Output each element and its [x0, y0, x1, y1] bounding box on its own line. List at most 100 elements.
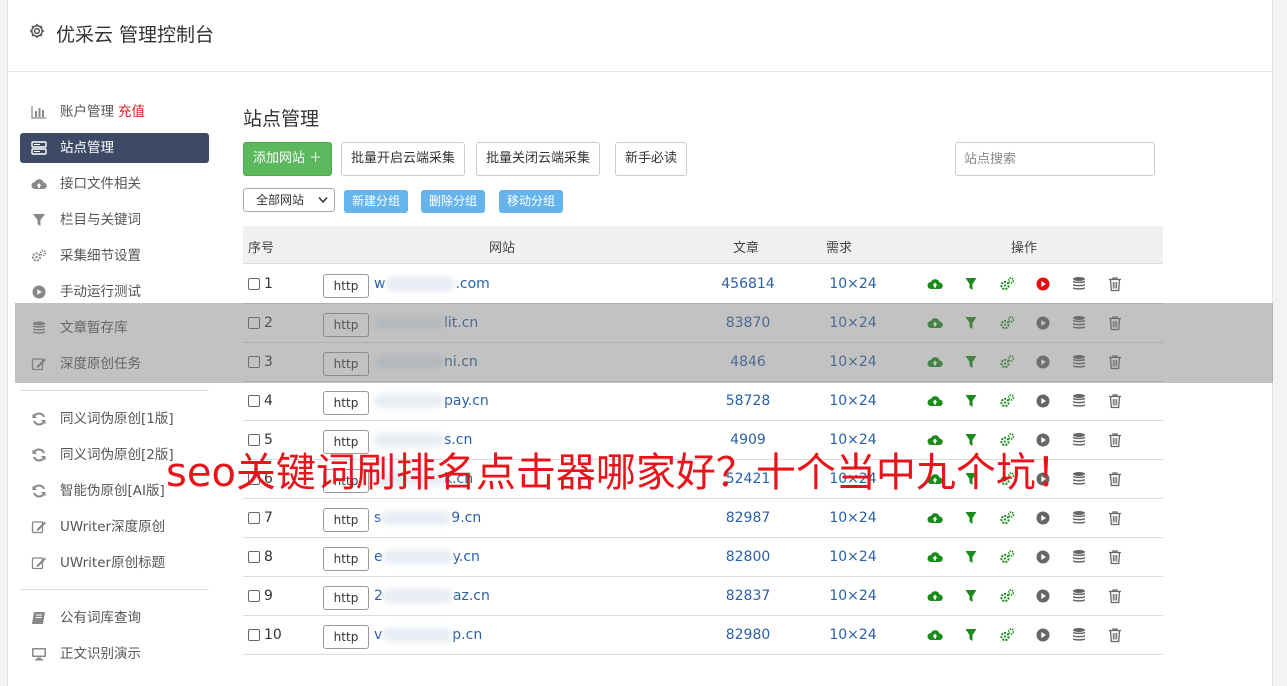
- cloud-upload-icon[interactable]: [927, 588, 943, 604]
- play-circle-icon[interactable]: [1035, 627, 1051, 643]
- gears-icon[interactable]: [999, 627, 1015, 643]
- sidebar-item-label: 账户管理: [60, 104, 114, 120]
- recharge-link[interactable]: 充值: [118, 104, 145, 120]
- demand-value[interactable]: 10×24: [798, 393, 908, 409]
- trash-icon[interactable]: [1107, 432, 1123, 448]
- demand-value[interactable]: 10×24: [798, 627, 908, 643]
- article-count[interactable]: 456814: [693, 276, 803, 292]
- sidebar-item-group1-2[interactable]: 接口文件相关: [20, 166, 209, 202]
- article-count[interactable]: 82800: [693, 549, 803, 565]
- redacted-blur: [381, 511, 452, 525]
- row-checkbox[interactable]: [248, 395, 260, 407]
- gears-icon[interactable]: [999, 510, 1015, 526]
- article-count[interactable]: 82980: [693, 627, 803, 643]
- article-count[interactable]: 58728: [693, 393, 803, 409]
- database-icon[interactable]: [1071, 588, 1087, 604]
- delete-group-button[interactable]: 删除分组: [421, 190, 486, 213]
- site-prefix: s: [374, 510, 382, 526]
- database-icon[interactable]: [1071, 510, 1087, 526]
- site-suffix: pay.cn: [444, 393, 489, 409]
- play-circle-icon: [31, 285, 47, 299]
- play-circle-icon[interactable]: [1035, 588, 1051, 604]
- cloud-upload-icon[interactable]: [927, 549, 943, 565]
- sidebar-divider: [20, 390, 209, 391]
- site-link[interactable]: e y.cn: [374, 549, 480, 565]
- gears-icon[interactable]: [999, 588, 1015, 604]
- row-checkbox[interactable]: [248, 629, 260, 641]
- scheme-button[interactable]: http: [323, 274, 369, 298]
- group-select[interactable]: 全部网站: [243, 188, 335, 212]
- sidebar-item-group3-1[interactable]: 正文识别演示: [20, 636, 209, 672]
- scheme-button[interactable]: http: [323, 625, 369, 649]
- batch-open-button[interactable]: 批量开启云端采集: [341, 142, 466, 176]
- trash-icon[interactable]: [1107, 549, 1123, 565]
- filter-icon[interactable]: [963, 510, 979, 526]
- database-icon[interactable]: [1071, 627, 1087, 643]
- cloud-upload-icon[interactable]: [927, 276, 943, 292]
- database-icon[interactable]: [1071, 393, 1087, 409]
- row-checkbox[interactable]: [248, 551, 260, 563]
- database-icon[interactable]: [1071, 549, 1087, 565]
- sidebar-item-group1-1[interactable]: 站点管理: [20, 133, 209, 163]
- page-title: 站点管理: [243, 108, 320, 130]
- filter-icon[interactable]: [963, 393, 979, 409]
- trash-icon[interactable]: [1107, 393, 1123, 409]
- row-checkbox[interactable]: [248, 512, 260, 524]
- row-number: 9: [264, 588, 273, 604]
- add-site-button[interactable]: 添加网站 ＋: [243, 142, 333, 176]
- trash-icon[interactable]: [1107, 276, 1123, 292]
- site-link[interactable]: w .com: [374, 276, 490, 292]
- sidebar-item-group2-4[interactable]: UWriter原创标题: [20, 545, 209, 581]
- site-link[interactable]: 2 az.cn: [374, 588, 490, 604]
- trash-icon[interactable]: [1107, 471, 1123, 487]
- batch-close-button[interactable]: 批量关闭云端采集: [476, 142, 601, 176]
- demand-value[interactable]: 10×24: [798, 510, 908, 526]
- trash-icon[interactable]: [1107, 588, 1123, 604]
- redacted-blur: [382, 550, 453, 564]
- demand-value[interactable]: 10×24: [798, 588, 908, 604]
- scheme-button[interactable]: http: [323, 547, 369, 571]
- play-circle-icon[interactable]: [1035, 276, 1051, 292]
- site-link[interactable]: pay.cn: [374, 393, 489, 409]
- gears-icon[interactable]: [999, 276, 1015, 292]
- sidebar-item-group2-3[interactable]: UWriter深度原创: [20, 509, 209, 545]
- scheme-button[interactable]: http: [323, 391, 369, 415]
- filter-icon[interactable]: [963, 276, 979, 292]
- site-link[interactable]: v p.cn: [374, 627, 482, 643]
- play-circle-icon[interactable]: [1035, 510, 1051, 526]
- gear-icon[interactable]: [28, 22, 46, 40]
- move-group-button[interactable]: 移动分组: [499, 190, 564, 213]
- row-checkbox[interactable]: [248, 590, 260, 602]
- sidebar-item-group2-0[interactable]: 同义词伪原创[1版]: [20, 401, 209, 437]
- scheme-button[interactable]: http: [323, 508, 369, 532]
- demand-value[interactable]: 10×24: [798, 276, 908, 292]
- site-search-input[interactable]: [955, 142, 1155, 176]
- trash-icon[interactable]: [1107, 510, 1123, 526]
- row-checkbox[interactable]: [248, 278, 260, 290]
- new-group-button[interactable]: 新建分组: [344, 190, 409, 213]
- article-count[interactable]: 82837: [693, 588, 803, 604]
- sidebar-item-group1-4[interactable]: 采集细节设置: [20, 238, 209, 274]
- gears-icon[interactable]: [999, 393, 1015, 409]
- cloud-upload-icon[interactable]: [927, 393, 943, 409]
- filter-icon[interactable]: [963, 549, 979, 565]
- sidebar-item-group1-0[interactable]: 账户管理 充值: [20, 94, 209, 130]
- scheme-button[interactable]: http: [323, 586, 369, 610]
- demand-value[interactable]: 10×24: [798, 549, 908, 565]
- filter-icon[interactable]: [963, 627, 979, 643]
- database-icon[interactable]: [1071, 276, 1087, 292]
- book-icon: [31, 611, 47, 625]
- trash-icon[interactable]: [1107, 627, 1123, 643]
- gears-icon[interactable]: [999, 549, 1015, 565]
- play-circle-icon[interactable]: [1035, 393, 1051, 409]
- site-prefix: 2: [374, 588, 383, 604]
- sidebar-item-group3-0[interactable]: 公有词库查询: [20, 600, 209, 636]
- sidebar-item-group1-3[interactable]: 栏目与关键词: [20, 202, 209, 238]
- article-count[interactable]: 82987: [693, 510, 803, 526]
- filter-icon[interactable]: [963, 588, 979, 604]
- cloud-upload-icon[interactable]: [927, 510, 943, 526]
- guide-button[interactable]: 新手必读: [615, 142, 688, 176]
- cloud-upload-icon[interactable]: [927, 627, 943, 643]
- site-link[interactable]: s 9.cn: [374, 510, 481, 526]
- play-circle-icon[interactable]: [1035, 549, 1051, 565]
